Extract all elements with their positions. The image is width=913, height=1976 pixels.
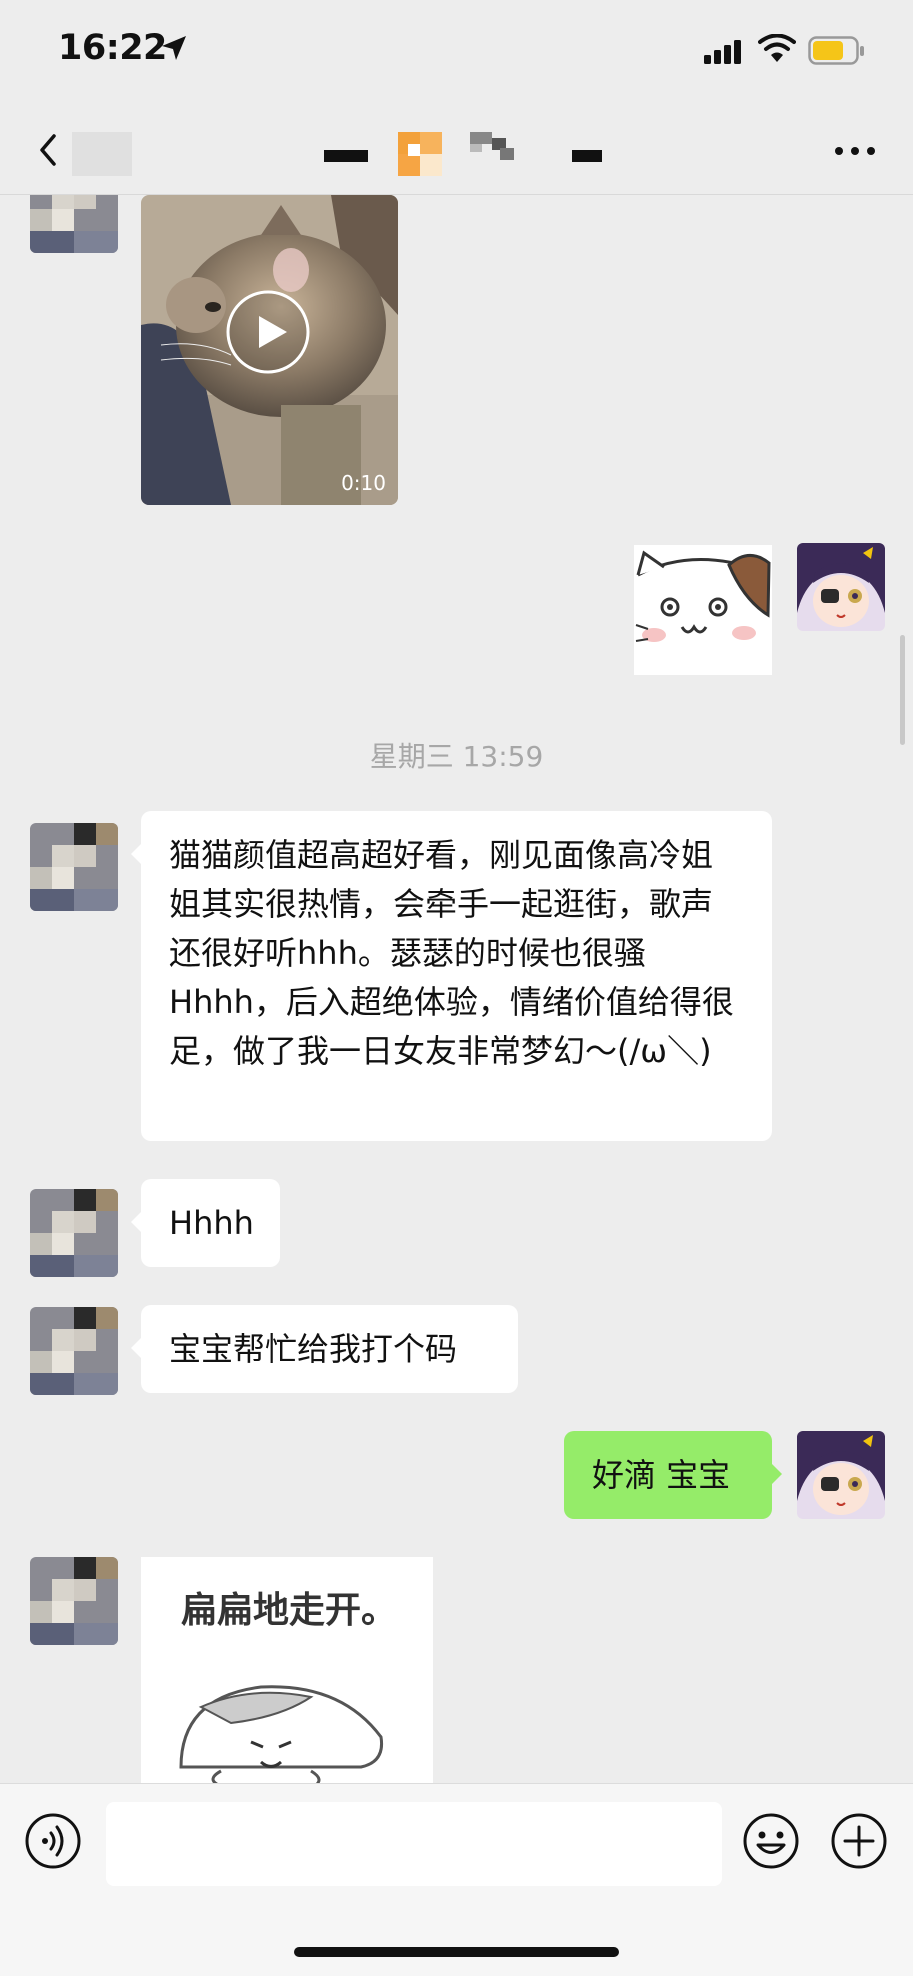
chat-messages[interactable]: 0:10 星期三 13:59 猫猫颜值超高超好看，刚见面像高冷姐姐其实很热情，会… (0, 195, 913, 1783)
contact-avatar-pixelated[interactable] (30, 1307, 118, 1395)
message-bubble-review[interactable]: 猫猫颜值超高超好看，刚见面像高冷姐姐其实很热情，会牵手一起逛街，歌声还很好听hh… (131, 811, 772, 1141)
home-indicator[interactable] (294, 1947, 619, 1957)
sticker-message-walk-away[interactable]: 扁扁地走开。 (141, 1557, 433, 1783)
message-bubble-hhhh[interactable]: Hhhh (131, 1179, 280, 1267)
contact-avatar-pixelated[interactable] (30, 1189, 118, 1277)
play-icon[interactable] (225, 289, 311, 375)
contact-avatar-pixelated[interactable] (30, 1557, 118, 1645)
self-avatar[interactable] (797, 1431, 885, 1519)
scroll-indicator[interactable] (900, 635, 905, 745)
chat-title-pixelated (320, 132, 610, 176)
contact-avatar-pixelated[interactable] (30, 195, 118, 253)
chat-timestamp: 星期三 13:59 (369, 740, 544, 773)
message-text: Hhhh (169, 1204, 254, 1242)
video-duration: 0:10 (341, 471, 386, 495)
message-bubble-ask-code[interactable]: 宝宝帮忙给我打个码 (131, 1305, 518, 1393)
cellular-signal-icon (704, 40, 744, 68)
chat-input-bar (0, 1783, 913, 1976)
more-options-button[interactable] (830, 136, 880, 166)
video-message[interactable]: 0:10 (141, 195, 398, 505)
status-bar: 16:22 (0, 0, 913, 110)
plus-more-icon[interactable] (830, 1812, 888, 1870)
emoji-icon[interactable] (742, 1812, 800, 1870)
message-input[interactable] (106, 1802, 722, 1886)
chat-header (0, 110, 913, 195)
message-text: 好滴 宝宝 (592, 1456, 731, 1494)
status-time: 16:22 (58, 28, 167, 68)
wifi-icon (758, 33, 796, 68)
back-button[interactable] (32, 128, 72, 172)
message-text: 宝宝帮忙给我打个码 (169, 1330, 458, 1368)
location-arrow-icon (160, 34, 188, 66)
battery-icon (808, 36, 866, 70)
sticker-message-cat[interactable] (634, 545, 772, 675)
contact-avatar-pixelated[interactable] (30, 823, 118, 911)
mushroom-drawing (179, 1685, 384, 1783)
message-text: 猫猫颜值超高超好看，刚见面像高冷姐姐其实很热情，会牵手一起逛街，歌声还很好听hh… (169, 836, 734, 1070)
self-avatar[interactable] (797, 543, 885, 631)
message-bubble-reply[interactable]: 好滴 宝宝 (564, 1431, 782, 1519)
pixelated-unread-count (72, 132, 132, 176)
voice-input-icon[interactable] (24, 1812, 82, 1870)
